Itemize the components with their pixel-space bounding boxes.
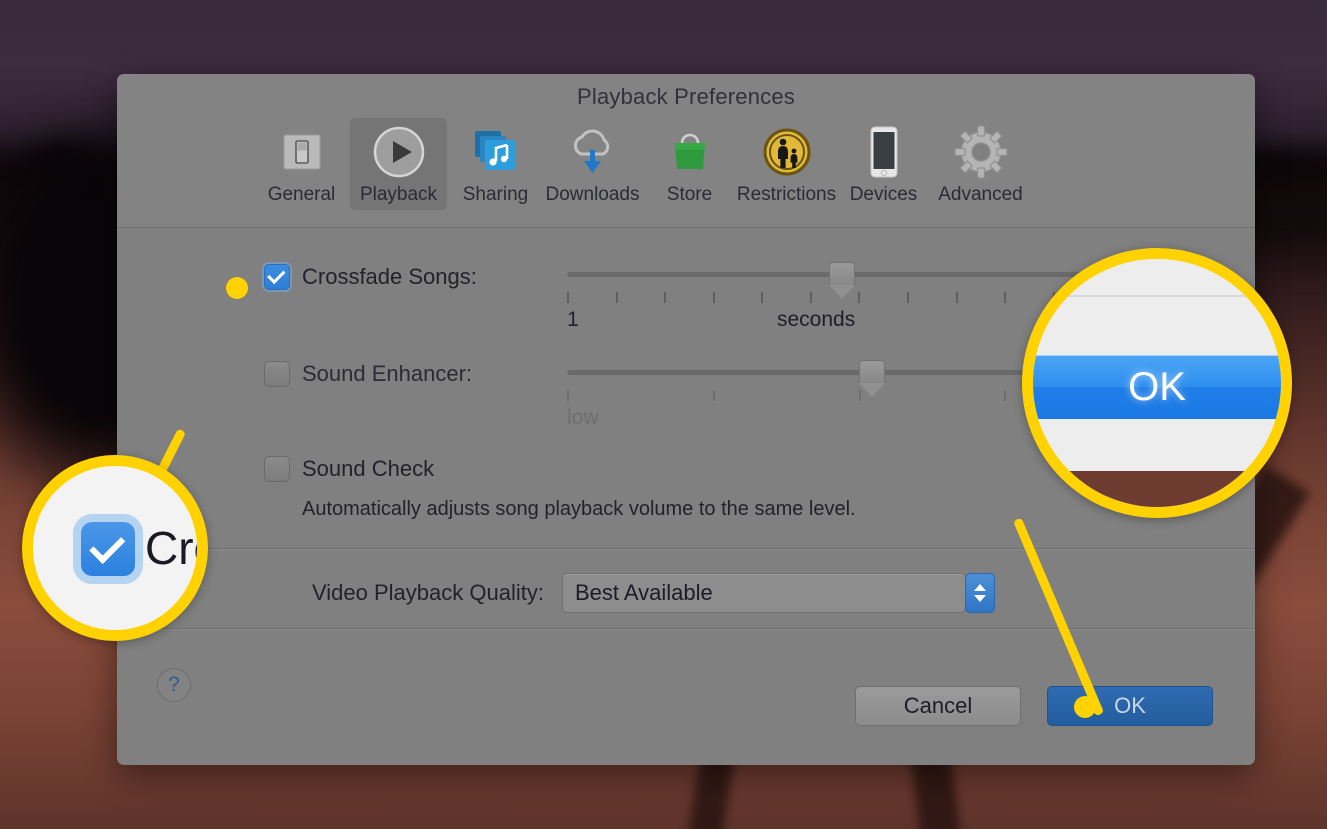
callout-dot-ok	[1074, 696, 1096, 718]
tab-label: Store	[666, 184, 713, 205]
callout-dot-crossfade	[226, 277, 248, 299]
video-quality-select[interactable]: Best Available	[561, 573, 995, 613]
magnified-ok-label: OK	[1128, 364, 1186, 409]
crossfade-slider-knob[interactable]	[829, 262, 855, 299]
iphone-icon	[856, 124, 912, 180]
toggle-switch-icon	[274, 124, 330, 180]
tab-downloads[interactable]: Downloads	[544, 118, 641, 210]
crossfade-songs-checkbox[interactable]	[264, 264, 290, 290]
crossfade-unit-label: seconds	[777, 308, 856, 331]
tab-sharing[interactable]: Sharing	[447, 118, 544, 210]
help-button[interactable]: ?	[157, 668, 191, 702]
sound-check-description: Automatically adjusts song playback volu…	[302, 498, 856, 520]
cloud-download-icon	[565, 124, 621, 180]
tab-label: Downloads	[545, 184, 640, 205]
crossfade-min-label: 1	[567, 308, 579, 331]
section-divider	[117, 548, 1255, 549]
ok-button[interactable]: OK	[1047, 686, 1213, 726]
magnified-crossfade-text: Cro	[145, 522, 197, 574]
tab-devices[interactable]: Devices	[835, 118, 932, 210]
tab-restrictions[interactable]: Restrictions	[736, 118, 837, 210]
shopping-bag-icon	[662, 124, 718, 180]
crossfade-songs-label: Crossfade Songs:	[302, 264, 477, 289]
crossfade-row: Crossfade Songs:	[264, 264, 477, 290]
sound-enhancer-checkbox[interactable]	[264, 361, 290, 387]
sound-enhancer-min-label: low	[567, 406, 599, 429]
magnifier-ok-button: OK	[1022, 248, 1292, 518]
music-stack-icon	[468, 124, 524, 180]
sound-enhancer-label: Sound Enhancer:	[302, 361, 473, 386]
preferences-toolbar: Playback Preferences General Playback Sh…	[117, 74, 1255, 228]
tab-label: Sharing	[462, 184, 529, 205]
tab-label: General	[267, 184, 336, 205]
parental-badge-icon	[759, 124, 815, 180]
desktop-background: Playback Preferences General Playback Sh…	[0, 0, 1327, 829]
preference-tabs: General Playback Sharing Downloads Store…	[253, 118, 1029, 210]
tab-general[interactable]: General	[253, 118, 350, 210]
tab-label: Devices	[849, 184, 918, 205]
tab-advanced[interactable]: Advanced	[932, 118, 1029, 210]
sound-enhancer-slider-knob[interactable]	[859, 360, 885, 397]
tab-label: Playback	[359, 184, 438, 205]
tab-label: Restrictions	[736, 184, 837, 205]
window-title: Playback Preferences	[577, 84, 795, 109]
footer-divider	[117, 628, 1255, 629]
play-circle-icon	[371, 124, 427, 180]
video-quality-value: Best Available	[574, 580, 713, 605]
magnifier-crossfade-checkbox: Cro	[22, 455, 208, 641]
magnified-ok-button: OK	[1033, 355, 1281, 419]
gear-icon	[953, 124, 1009, 180]
tab-playback[interactable]: Playback	[350, 118, 447, 210]
sound-check-label: Sound Check	[302, 456, 435, 481]
cancel-button[interactable]: Cancel	[855, 686, 1021, 726]
tab-store[interactable]: Store	[641, 118, 738, 210]
magnified-crossfade-checkbox	[81, 522, 135, 576]
sound-check-checkbox[interactable]	[264, 456, 290, 482]
video-quality-label: Video Playback Quality:	[312, 580, 544, 605]
sound-check-row: Sound Check	[264, 456, 434, 482]
stepper-arrows-icon[interactable]	[964, 573, 995, 613]
video-quality-row: Video Playback Quality: Best Available	[312, 573, 995, 613]
tab-label: Advanced	[938, 184, 1023, 205]
sound-enhancer-row: Sound Enhancer:	[264, 361, 472, 387]
